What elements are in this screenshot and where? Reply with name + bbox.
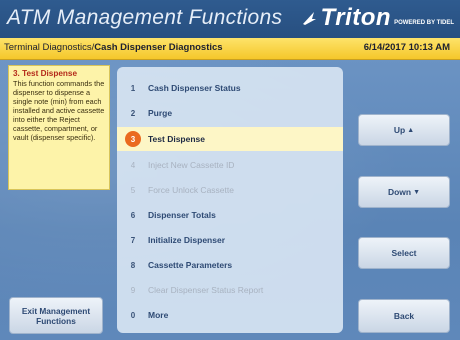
breadcrumb-bar: Terminal Diagnostics/Cash Dispenser Diag… xyxy=(0,38,460,60)
menu-item-label: Cassette Parameters xyxy=(148,260,233,270)
atm-screen: ATM Management Functions Triton POWERED … xyxy=(0,0,460,340)
up-button[interactable]: Up ▲ xyxy=(358,114,450,146)
menu-item-number: 3 xyxy=(125,131,141,147)
date-time: 6/14/2017 10:13 AM xyxy=(363,42,450,53)
menu-item-label: Purge xyxy=(148,108,173,118)
menu-item-initialize-dispenser[interactable]: 7 Initialize Dispenser xyxy=(117,228,343,252)
brand-logo: Triton POWERED BY TIDEL xyxy=(301,4,454,31)
breadcrumb-current: Cash Dispenser Diagnostics xyxy=(94,42,223,53)
menu-item-force-unlock-cassette: 5 Force Unlock Cassette xyxy=(117,178,343,202)
menu-item-dispenser-totals[interactable]: 6 Dispenser Totals xyxy=(117,203,343,227)
help-box: 3. Test Dispense This function commands … xyxy=(8,65,110,190)
menu-item-number: 8 xyxy=(130,260,136,270)
menu-item-number: 2 xyxy=(130,108,136,118)
menu-item-number: 9 xyxy=(130,285,136,295)
header-bar: ATM Management Functions Triton POWERED … xyxy=(0,0,460,38)
breadcrumb-section: Terminal Diagnostics xyxy=(4,42,92,53)
help-text: This function commands the dispenser to … xyxy=(13,79,105,142)
triangle-up-icon: ▲ xyxy=(407,126,415,134)
menu-item-label: Inject New Cassette ID xyxy=(148,160,235,170)
help-title: 3. Test Dispense xyxy=(13,69,78,78)
back-button-label: Back xyxy=(393,311,415,321)
exit-management-functions-button[interactable]: Exit Management Functions xyxy=(9,297,103,334)
menu-item-clear-dispenser-status-report: 9 Clear Dispenser Status Report xyxy=(117,278,343,302)
triangle-down-icon: ▼ xyxy=(413,188,421,196)
up-button-label: Up xyxy=(393,125,406,135)
menu-item-label: More xyxy=(148,310,169,320)
menu-item-label: Cash Dispenser Status xyxy=(148,83,241,93)
menu-item-label: Test Dispense xyxy=(148,134,206,144)
brand-name: Triton xyxy=(320,4,392,31)
menu-item-number: 0 xyxy=(130,310,136,320)
down-button-label: Down xyxy=(387,187,412,197)
menu-item-number: 4 xyxy=(130,160,136,170)
menu-item-number: 7 xyxy=(130,235,136,245)
menu-item-test-dispense[interactable]: 3 Test Dispense xyxy=(117,127,343,151)
menu-item-inject-new-cassette-id: 4 Inject New Cassette ID xyxy=(117,153,343,177)
menu-item-number: 6 xyxy=(130,210,136,220)
back-button[interactable]: Back xyxy=(358,299,450,333)
page-title: ATM Management Functions xyxy=(7,6,283,29)
down-button[interactable]: Down ▼ xyxy=(358,176,450,208)
select-button-label: Select xyxy=(391,248,417,258)
menu-item-number: 1 xyxy=(130,83,136,93)
menu-item-more[interactable]: 0 More xyxy=(117,303,343,327)
menu-item-cassette-parameters[interactable]: 8 Cassette Parameters xyxy=(117,253,343,277)
menu-item-label: Force Unlock Cassette xyxy=(148,185,234,195)
menu-item-number: 5 xyxy=(130,185,136,195)
menu-item-label: Clear Dispenser Status Report xyxy=(148,285,264,295)
menu-item-label: Dispenser Totals xyxy=(148,210,216,220)
menu-item-purge[interactable]: 2 Purge xyxy=(117,101,343,125)
menu-item-cash-dispenser-status[interactable]: 1 Cash Dispenser Status xyxy=(117,76,343,100)
menu-list: 1 Cash Dispenser Status 2 Purge 3 Test D… xyxy=(117,67,343,333)
exit-button-label: Exit Management Functions xyxy=(21,305,91,326)
triton-logo-icon xyxy=(302,12,316,25)
menu-item-label: Initialize Dispenser xyxy=(148,235,225,245)
breadcrumb: Terminal Diagnostics/Cash Dispenser Diag… xyxy=(4,42,223,53)
brand-tagline: POWERED BY TIDEL xyxy=(394,20,454,26)
select-button[interactable]: Select xyxy=(358,237,450,269)
